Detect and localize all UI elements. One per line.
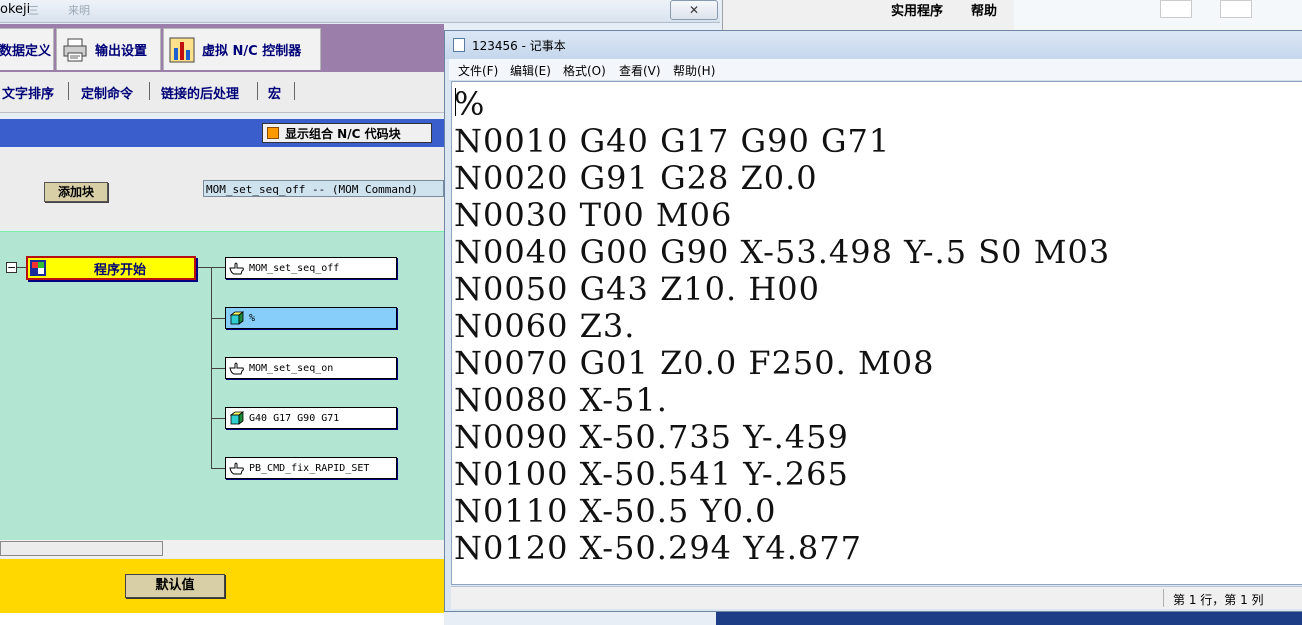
tab-label-output-settings: 输出设置 — [95, 44, 148, 59]
menu-file[interactable]: 文件(F) — [458, 62, 498, 79]
default-button[interactable]: 默认值 — [125, 574, 225, 598]
desktop-background — [1014, 0, 1302, 30]
command-select-field[interactable]: MOM_set_seq_off -- (MOM Command) — [203, 180, 444, 197]
background-window-title: okeji — [0, 2, 31, 17]
show-combined-nc-blocks-label: 显示组合 N/C 代码块 — [285, 126, 401, 141]
tree-node-label: PB_CMD_fix_RAPID_SET — [249, 462, 370, 474]
post-builder-tab-bar: 数据定义 输出设置 虚拟 N/C 控制器 — [0, 24, 444, 72]
program-start-node[interactable]: 程序开始 — [26, 256, 196, 280]
status-separator — [1163, 589, 1164, 607]
nc-code-line: N0100 X-50.541 Y-.265 — [454, 455, 849, 493]
program-start-label: 程序开始 — [93, 262, 146, 278]
notepad-statusbar: 第 1 行，第 1 列 — [451, 586, 1302, 609]
nc-code-line: N0070 G01 Z0.0 F250. M08 — [454, 344, 935, 382]
subtab-separator — [257, 82, 258, 100]
tab-virtual-nc-controller[interactable]: 虚拟 N/C 控制器 — [163, 28, 321, 70]
bottom-strip — [0, 613, 444, 625]
tab-label-data-definition: 数据定义 — [0, 44, 52, 59]
nc-code-line: % — [454, 85, 486, 123]
background-window-close-button[interactable]: ✕ — [670, 0, 718, 20]
desktop-file-icon[interactable] — [1160, 0, 1192, 18]
tree-node-label: G40 G17 G90 G71 — [249, 412, 340, 424]
subtab-separator — [149, 82, 150, 100]
menu-format[interactable]: 格式(O) — [563, 62, 606, 79]
notepad-title: 123456 - 记事本 — [472, 39, 566, 53]
screen: okeji 三 来明 ✕ 数据定义 输出设置 虚拟 N/C 控制器 文字排序 定… — [0, 0, 1302, 625]
notepad-menubar: 文件(F) 编辑(E) 格式(O) 查看(V) 帮助(H) — [449, 59, 1302, 81]
background-window-title-faded: 三 — [28, 4, 39, 17]
notepad-icon — [453, 38, 465, 52]
show-combined-nc-blocks-button[interactable]: 显示组合 N/C 代码块 — [262, 123, 432, 143]
tree-connector — [211, 368, 225, 369]
add-block-button[interactable]: 添加块 — [44, 182, 108, 202]
nc-code-line: N0110 X-50.5 Y0.0 — [454, 492, 777, 530]
tree-collapse-toggle[interactable]: − — [6, 262, 17, 273]
nc-code-line: N0090 X-50.735 Y-.459 — [454, 418, 849, 456]
nc-code-line: N0120 X-50.294 Y4.877 — [454, 529, 862, 567]
hand-pointer-icon — [229, 462, 244, 475]
subtab-linked-posts[interactable]: 链接的后处理 — [161, 83, 239, 102]
menu-edit[interactable]: 编辑(E) — [510, 62, 551, 79]
notepad-titlebar[interactable]: 123456 - 记事本 — [445, 31, 1302, 59]
tree-node-mom-set-seq-on[interactable]: MOM_set_seq_on — [225, 357, 397, 379]
close-icon: ✕ — [688, 3, 700, 17]
tree-scrollbar-thumb[interactable] — [0, 541, 163, 556]
notepad-window: 123456 - 记事本 文件(F) 编辑(E) 格式(O) 查看(V) 帮助(… — [444, 30, 1302, 612]
tree-node-mom-set-seq-off[interactable]: MOM_set_seq_off — [225, 257, 397, 279]
subtab-custom-command[interactable]: 定制命令 — [81, 83, 133, 102]
hand-pointer-icon — [229, 362, 244, 375]
tab-output-settings[interactable]: 输出设置 — [56, 28, 161, 70]
nc-code-line: N0080 X-51. — [454, 381, 668, 419]
menu-help[interactable]: 帮助(H) — [673, 62, 715, 79]
nc-code-line: N0060 Z3. — [454, 307, 636, 345]
nc-code-line: N0040 G00 G90 X-53.498 Y-.5 S0 M03 — [454, 233, 1111, 271]
post-builder-subtab-bar: 文字排序 定制命令 链接的后处理 宏 — [0, 72, 444, 113]
tab-label-virtual-nc-controller: 虚拟 N/C 控制器 — [202, 44, 302, 59]
printer-icon — [63, 38, 87, 61]
tree-node-pb-cmd-fix-rapid-set[interactable]: PB_CMD_fix_RAPID_SET — [225, 457, 397, 479]
tree-node-percent-block[interactable]: % — [225, 307, 397, 329]
orange-indicator-icon — [267, 127, 279, 139]
subtab-separator — [294, 82, 295, 100]
notepad-text-area[interactable]: % N0010 G40 G17 G90 G71 N0020 G91 G28 Z0… — [451, 81, 1302, 585]
nc-code-line: N0020 G91 G28 Z0.0 — [454, 159, 818, 197]
background-app-menubar: 实用程序 帮助 — [722, 0, 1015, 30]
hand-pointer-icon — [229, 262, 244, 275]
subtab-macro[interactable]: 宏 — [268, 83, 281, 102]
subtab-word-sequencing[interactable]: 文字排序 — [2, 83, 54, 102]
block-cube-icon — [229, 311, 245, 325]
nc-code-line: N0010 G40 G17 G90 G71 — [454, 122, 891, 160]
nc-code-line: N0030 T00 M06 — [454, 196, 733, 234]
menu-utilities[interactable]: 实用程序 — [891, 0, 943, 19]
subtab-separator — [68, 82, 69, 100]
tree-node-label: MOM_set_seq_on — [249, 362, 334, 374]
menu-help[interactable]: 帮助 — [971, 0, 997, 19]
tree-connector — [17, 267, 26, 268]
program-start-icon — [30, 260, 46, 276]
tree-connector — [211, 468, 225, 469]
tree-connector — [211, 418, 225, 419]
menu-view[interactable]: 查看(V) — [619, 62, 661, 79]
tree-node-label: % — [249, 312, 256, 324]
tree-connector — [211, 318, 225, 319]
block-cube-icon — [229, 411, 245, 425]
nc-code-line: N0050 G43 Z10. H00 — [454, 270, 820, 308]
tab-data-definition[interactable]: 数据定义 — [0, 28, 54, 70]
taskbar — [716, 612, 1302, 625]
background-window-title-faded-2: 来明 — [68, 4, 90, 17]
cursor-position-status: 第 1 行，第 1 列 — [1173, 593, 1264, 607]
background-window-titlebar: okeji 三 来明 ✕ — [0, 0, 720, 23]
tree-node-label: MOM_set_seq_off — [249, 262, 340, 274]
desktop-file-icon[interactable] — [1220, 0, 1252, 18]
virtual-nc-controller-icon — [169, 37, 195, 62]
tree-node-g40-g17-g90-g71[interactable]: G40 G17 G90 G71 — [225, 407, 397, 429]
